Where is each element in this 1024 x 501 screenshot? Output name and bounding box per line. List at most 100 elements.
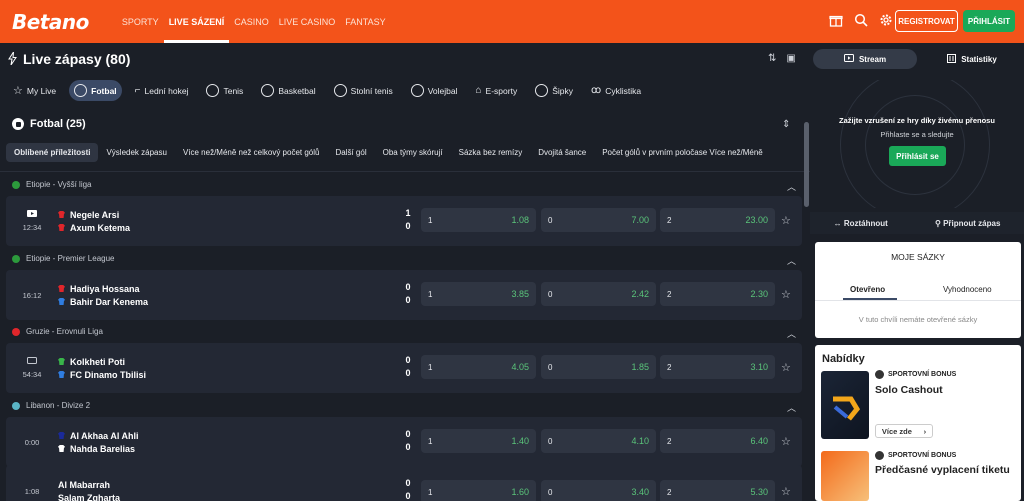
active-tab-indicator	[843, 298, 897, 300]
match-time: 54:34	[22, 370, 42, 379]
tv-icon[interactable]	[6, 357, 58, 367]
home-score: 0	[405, 429, 411, 439]
flag-icon	[12, 401, 20, 410]
market-tab-btts[interactable]: Oba týmy skórují	[375, 143, 451, 162]
odd-button-draw[interactable]: 0 7.00	[541, 208, 656, 232]
market-tab-draw-no-bet[interactable]: Sázka bez remízy	[451, 143, 531, 162]
odd-button-away[interactable]: 2 2.30	[660, 282, 775, 306]
tab-statistics[interactable]: Statistiky	[920, 49, 1024, 69]
nav-sports[interactable]: SPORTY	[117, 0, 164, 43]
shirt-icon	[58, 211, 65, 218]
match-row[interactable]: 54:34 Kolkheti Poti FC Dinamo Tbilisi 0 0…	[6, 343, 802, 393]
flag-icon	[12, 254, 20, 263]
market-tab-first-half-goals[interactable]: Počet gólů v prvním poločase Více než/Mé…	[594, 143, 771, 162]
offer-name[interactable]: Solo Cashout	[875, 384, 943, 396]
odd-button-draw[interactable]: 0 1.85	[541, 355, 656, 379]
tab-open-bets[interactable]: Otevřeno	[850, 285, 885, 294]
offer-image[interactable]	[821, 371, 869, 439]
sport-volleyball[interactable]: Volejbal	[406, 80, 463, 101]
favorite-star-icon[interactable]: ☆	[781, 288, 791, 301]
market-tab-popular[interactable]: Oblíbené příležitosti	[6, 143, 99, 162]
league-header[interactable]: Etiopie - Premier League ︿	[12, 254, 796, 266]
odd-button-draw[interactable]: 0 4.10	[541, 429, 656, 453]
pin-icon: ⚲	[934, 218, 941, 228]
away-score: 0	[405, 368, 411, 378]
sport-football[interactable]: Fotbal	[69, 80, 122, 101]
sport-table-tennis[interactable]: Stolní tenis	[329, 80, 398, 101]
favorite-star-icon[interactable]: ☆	[781, 361, 791, 374]
market-tab-double-chance[interactable]: Dvojitá šance	[530, 143, 594, 162]
login-button[interactable]: PŘIHLÁSIT	[963, 10, 1015, 32]
chevron-up-icon[interactable]: ︿	[787, 401, 796, 414]
pin-match-button[interactable]: ⚲ Připnout zápas	[935, 219, 1000, 228]
odd-button-away[interactable]: 2 3.10	[660, 355, 775, 379]
tab-stream[interactable]: Stream	[813, 49, 917, 69]
away-score: 0	[405, 491, 411, 501]
market-tab-next-goal[interactable]: Další gól	[327, 143, 374, 162]
odd-button-home[interactable]: 1 1.40	[421, 429, 536, 453]
nav-live-betting[interactable]: LIVE SÁZENÍ	[163, 0, 230, 43]
nav-casino[interactable]: CASINO	[229, 0, 274, 43]
offer-image[interactable]	[821, 451, 869, 501]
odd-button-home[interactable]: 1 1.60	[421, 480, 536, 501]
decorative-ring	[865, 95, 965, 195]
favorite-star-icon[interactable]: ☆	[781, 485, 791, 498]
gear-icon[interactable]	[878, 12, 894, 28]
main-nav: SPORTY LIVE SÁZENÍ CASINO LIVE CASINO FA…	[117, 0, 391, 43]
league-header[interactable]: Libanon - Divize 2 ︿	[12, 401, 796, 413]
tab-settled-bets[interactable]: Vyhodnoceno	[943, 285, 992, 294]
sport-esports[interactable]: ⌂ E-sporty	[471, 81, 523, 100]
stream-login-button[interactable]: Přihlásit se	[889, 146, 946, 166]
sport-ice-hockey[interactable]: ⌐ Lední hokej	[130, 81, 194, 100]
bicycle-icon: ꝏ	[591, 85, 602, 96]
offer-name[interactable]: Předčasné vyplacení tiketu	[875, 464, 1010, 476]
scrollbar[interactable]	[804, 122, 809, 207]
tv-icon[interactable]	[6, 210, 58, 220]
sport-tennis[interactable]: Tenis	[201, 80, 248, 101]
league-header[interactable]: Etiopie - Vyšší liga ︿	[12, 180, 796, 192]
match-row[interactable]: 1:08 Al Mabarrah Salam Zgharta 00 1 1.60 …	[6, 465, 802, 501]
register-button[interactable]: REGISTROVAT	[895, 10, 958, 32]
odd-button-away[interactable]: 2 23.00	[660, 208, 775, 232]
lightning-icon	[8, 51, 17, 67]
odd-button-away[interactable]: 2 6.40	[660, 429, 775, 453]
gift-icon[interactable]	[828, 12, 844, 28]
offer-more-button[interactable]: Více zde ›	[875, 424, 933, 438]
favorite-star-icon[interactable]: ☆	[781, 435, 791, 448]
expand-button[interactable]: ↔ Roztáhnout	[834, 219, 888, 228]
favorite-star-icon[interactable]: ☆	[781, 214, 791, 227]
odd-button-home[interactable]: 1 1.08	[421, 208, 536, 232]
logo[interactable]: Betano	[12, 10, 89, 34]
odd-button-home[interactable]: 1 4.05	[421, 355, 536, 379]
stream-toggle-icon[interactable]: ▣	[786, 53, 795, 64]
sport-filter-bar: ☆ My Live Fotbal ⌐ Lední hokej Tenis Baske…	[8, 80, 646, 101]
collapse-all-icon[interactable]: ⇕	[782, 119, 790, 130]
stream-actions: ↔ Roztáhnout ⚲ Připnout zápas	[810, 212, 1024, 234]
market-tab-total-goals[interactable]: Více než/Méně než celkový počet gólů	[175, 143, 328, 162]
sport-basketball[interactable]: Basketbal	[256, 80, 320, 101]
sport-cycling[interactable]: ꝏ Cyklistika	[586, 81, 646, 100]
football-icon	[12, 118, 24, 130]
nav-live-casino[interactable]: LIVE CASINO	[274, 0, 341, 43]
sport-darts[interactable]: Šipky	[530, 80, 578, 101]
odd-button-home[interactable]: 1 3.85	[421, 282, 536, 306]
chevron-up-icon[interactable]: ︿	[787, 180, 796, 193]
chevron-up-icon[interactable]: ︿	[787, 327, 796, 340]
league-header[interactable]: Gruzie - Erovnuli Liga ︿	[12, 327, 796, 339]
my-bets-panel: MOJE SÁZKY Otevřeno Vyhodnoceno V tuto c…	[815, 242, 1021, 338]
match-row[interactable]: 12:34 Negele Arsi Axum Ketema 1 0 1 1.08 0…	[6, 196, 802, 246]
match-row[interactable]: 0:00 Al Akhaa Al Ahli Nahda Barelias 00 …	[6, 417, 802, 467]
search-icon[interactable]	[853, 12, 869, 28]
my-bets-title: MOJE SÁZKY	[891, 252, 945, 262]
match-row[interactable]: 16:12 Hadiya Hossana Bahir Dar Kenema 0 0…	[6, 270, 802, 320]
odd-button-draw[interactable]: 0 3.40	[541, 480, 656, 501]
odd-button-away[interactable]: 2 5.30	[660, 480, 775, 501]
sport-my-live[interactable]: ☆ My Live	[8, 80, 61, 101]
odd-button-draw[interactable]: 0 2.42	[541, 282, 656, 306]
offers-panel: Nabídky SPORTOVNÍ BONUS Solo Cashout Víc…	[815, 345, 1021, 501]
nav-fantasy[interactable]: FANTASY	[340, 0, 390, 43]
away-score: 0	[405, 221, 411, 231]
market-tab-result[interactable]: Výsledek zápasu	[98, 143, 174, 162]
chevron-up-icon[interactable]: ︿	[787, 254, 796, 267]
sort-arrows-icon[interactable]: ⇅	[768, 53, 776, 64]
